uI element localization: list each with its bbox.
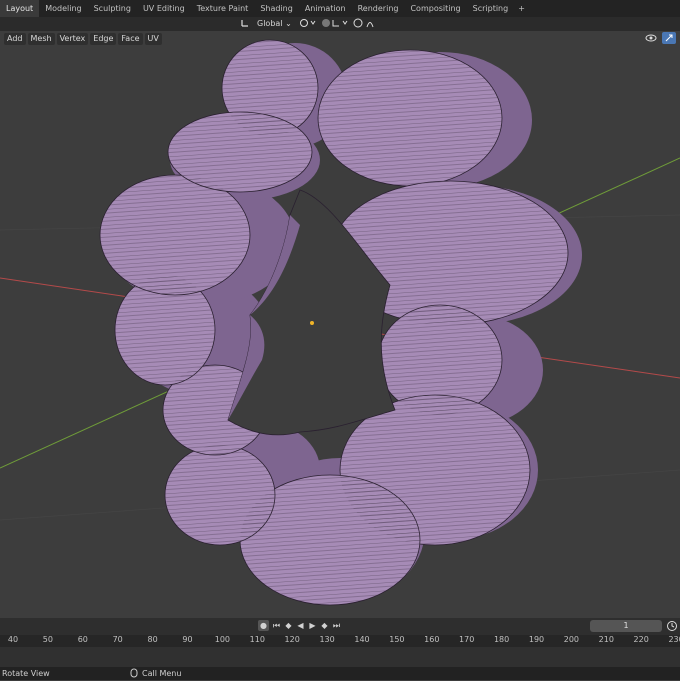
status-middle: Call Menu [142, 669, 182, 678]
object-origin[interactable] [310, 321, 314, 325]
proportional-edit-icon[interactable] [353, 18, 377, 30]
record-icon[interactable]: ● [258, 620, 269, 631]
tab-compositing[interactable]: Compositing [404, 0, 466, 17]
viewport-header-right [644, 32, 676, 44]
timeline-tick: 50 [42, 635, 53, 644]
play-icon[interactable]: ▶ [308, 620, 317, 631]
tab-uv-editing[interactable]: UV Editing [137, 0, 191, 17]
timeline-tick: 180 [493, 635, 510, 644]
timeline-tick: 130 [319, 635, 335, 644]
add-workspace-button[interactable]: + [514, 0, 529, 17]
tool-header: Global ⌄ [0, 17, 680, 31]
timeline-tick: 210 [598, 635, 614, 644]
visibility-icon[interactable] [644, 32, 658, 44]
timeline-tick: 170 [459, 635, 475, 644]
timeline-tick: 160 [424, 635, 440, 644]
tab-animation[interactable]: Animation [299, 0, 352, 17]
timeline-tick: 80 [147, 635, 158, 644]
jump-end-icon[interactable]: ⏭ [332, 620, 341, 631]
timeline-tick: 150 [389, 635, 405, 644]
clock-icon[interactable] [666, 620, 678, 632]
tab-shading[interactable]: Shading [254, 0, 299, 17]
timeline-tick: 230 [668, 635, 680, 644]
menu-edge[interactable]: Edge [90, 33, 117, 45]
viewport-menus: Add Mesh Vertex Edge Face UV [4, 33, 162, 45]
menu-uv[interactable]: UV [144, 33, 162, 45]
menu-add[interactable]: Add [4, 33, 26, 45]
timeline-header: ● ⏮ ◆ ◀ ▶ ◆ ⏭ 1 [0, 618, 680, 635]
tab-scripting[interactable]: Scripting [467, 0, 515, 17]
timeline-tick: 90 [182, 635, 193, 644]
orientation-select[interactable]: Global ⌄ [254, 18, 295, 30]
status-left: Rotate View [2, 669, 50, 678]
timeline-tick: 60 [77, 635, 88, 644]
current-frame-field[interactable]: 1 [590, 620, 662, 632]
timeline-tick: 200 [563, 635, 580, 644]
timeline-tick: 110 [249, 635, 265, 644]
3d-viewport[interactable] [0, 31, 680, 618]
timeline-tick: 220 [633, 635, 649, 644]
timeline-ruler[interactable]: 40 50 60 70 80 90 100 110 120 130 140 150 160 170 180 1… [0, 635, 680, 647]
menu-face[interactable]: Face [118, 33, 143, 45]
viewport-header: Add Mesh Vertex Edge Face UV [0, 31, 680, 47]
status-bar: Rotate View Call Menu [0, 667, 680, 680]
timeline-tick: 140 [354, 635, 370, 644]
tab-layout[interactable]: Layout [0, 0, 40, 17]
timeline-body[interactable] [0, 647, 680, 667]
next-keyframe-icon[interactable]: ◆ [320, 620, 329, 631]
menu-vertex[interactable]: Vertex [56, 33, 89, 45]
workspace-tabs: Layout Modeling Sculpting UV Editing Texture… [0, 0, 680, 17]
tab-rendering[interactable]: Rendering [352, 0, 405, 17]
menu-mesh[interactable]: Mesh [27, 33, 55, 45]
timeline-tick: 100 [214, 635, 231, 644]
tab-sculpting[interactable]: Sculpting [88, 0, 137, 17]
viewport-canvas[interactable] [0, 31, 680, 618]
gizmo-icon[interactable] [662, 32, 676, 44]
prev-keyframe-icon[interactable]: ◆ [284, 620, 293, 631]
playback-controls: ● ⏮ ◆ ◀ ▶ ◆ ⏭ [258, 620, 341, 631]
orientation-icon [240, 18, 250, 30]
orientation-label: Global [257, 19, 283, 28]
pivot-icon[interactable] [299, 18, 317, 30]
jump-start-icon[interactable]: ⏮ [272, 620, 281, 631]
timeline-tick: 190 [528, 635, 545, 644]
snap-icon[interactable] [321, 18, 349, 30]
tab-texture-paint[interactable]: Texture Paint [191, 0, 255, 17]
play-reverse-icon[interactable]: ◀ [296, 620, 305, 631]
timeline-tick: 120 [284, 635, 300, 644]
transform-orientation: Global ⌄ [240, 18, 377, 30]
timeline-tick: 40 [7, 635, 19, 644]
timeline-tick: 70 [112, 635, 123, 644]
tab-modeling[interactable]: Modeling [39, 0, 87, 17]
mouse-icon [130, 668, 138, 681]
